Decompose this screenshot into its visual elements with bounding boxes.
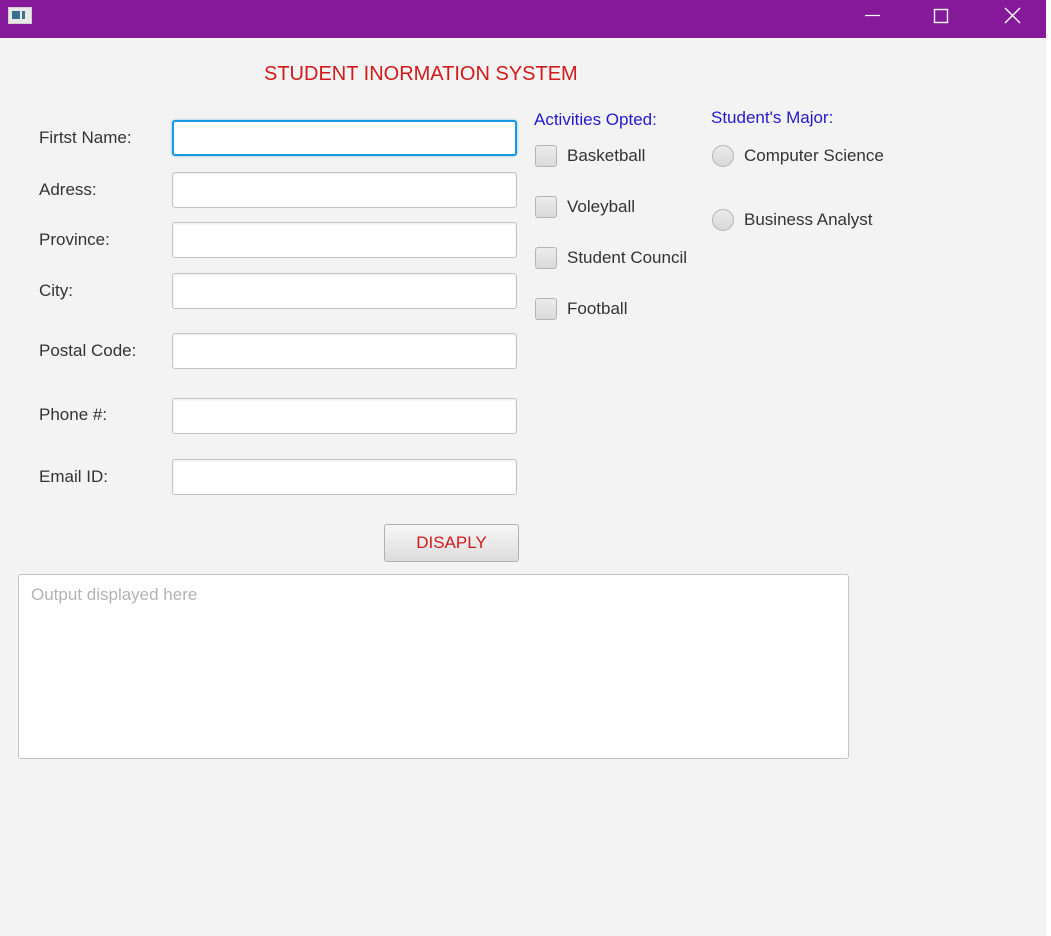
close-icon <box>1004 7 1021 24</box>
first-name-label: Firtst Name: <box>39 128 132 147</box>
app-icon <box>8 7 32 24</box>
maximize-icon <box>933 8 949 24</box>
activity-basketball[interactable]: Basketball <box>535 143 645 169</box>
province-label: Province: <box>39 230 110 249</box>
output-textarea[interactable] <box>18 574 849 759</box>
activity-voleyball[interactable]: Voleyball <box>535 194 635 220</box>
phone-label: Phone #: <box>39 405 108 424</box>
page-title: STUDENT INORMATION SYSTEM <box>264 63 578 85</box>
title-bar[interactable] <box>0 0 1046 38</box>
postal-code-label: Postal Code: <box>39 341 137 360</box>
minimize-button[interactable] <box>849 0 895 32</box>
display-button[interactable]: DISAPLY <box>384 524 519 562</box>
postal-code-field[interactable] <box>172 333 517 369</box>
activity-student-council[interactable]: Student Council <box>535 245 687 271</box>
email-label: Email ID: <box>39 467 108 486</box>
app-window: STUDENT INORMATION SYSTEM Firtst Name: A… <box>0 0 1046 936</box>
computer-science-label: Computer Science <box>744 146 884 165</box>
maximize-button[interactable] <box>918 0 964 32</box>
voleyball-label: Voleyball <box>567 197 636 216</box>
phone-field[interactable] <box>172 398 517 434</box>
business-analyst-label: Business Analyst <box>744 210 873 229</box>
desktop-edge <box>1046 0 1051 936</box>
address-label: Adress: <box>39 180 97 199</box>
address-field[interactable] <box>172 172 517 208</box>
activities-heading: Activities Opted: <box>534 110 657 129</box>
city-label: City: <box>39 281 73 300</box>
student-council-checkbox[interactable] <box>535 247 557 269</box>
major-heading: Student's Major: <box>711 108 834 127</box>
city-field[interactable] <box>172 273 517 309</box>
activity-football[interactable]: Football <box>535 296 627 322</box>
football-label: Football <box>567 299 628 318</box>
football-checkbox[interactable] <box>535 298 557 320</box>
close-button[interactable] <box>989 0 1035 32</box>
first-name-field[interactable] <box>172 120 517 156</box>
basketball-checkbox[interactable] <box>535 145 557 167</box>
major-computer-science[interactable]: Computer Science <box>712 143 884 169</box>
student-council-label: Student Council <box>567 248 688 267</box>
business-analyst-radio[interactable] <box>712 209 734 231</box>
minimize-icon <box>865 14 880 17</box>
province-field[interactable] <box>172 222 517 258</box>
computer-science-radio[interactable] <box>712 145 734 167</box>
voleyball-checkbox[interactable] <box>535 196 557 218</box>
email-field[interactable] <box>172 459 517 495</box>
basketball-label: Basketball <box>567 146 646 165</box>
major-business-analyst[interactable]: Business Analyst <box>712 207 873 233</box>
